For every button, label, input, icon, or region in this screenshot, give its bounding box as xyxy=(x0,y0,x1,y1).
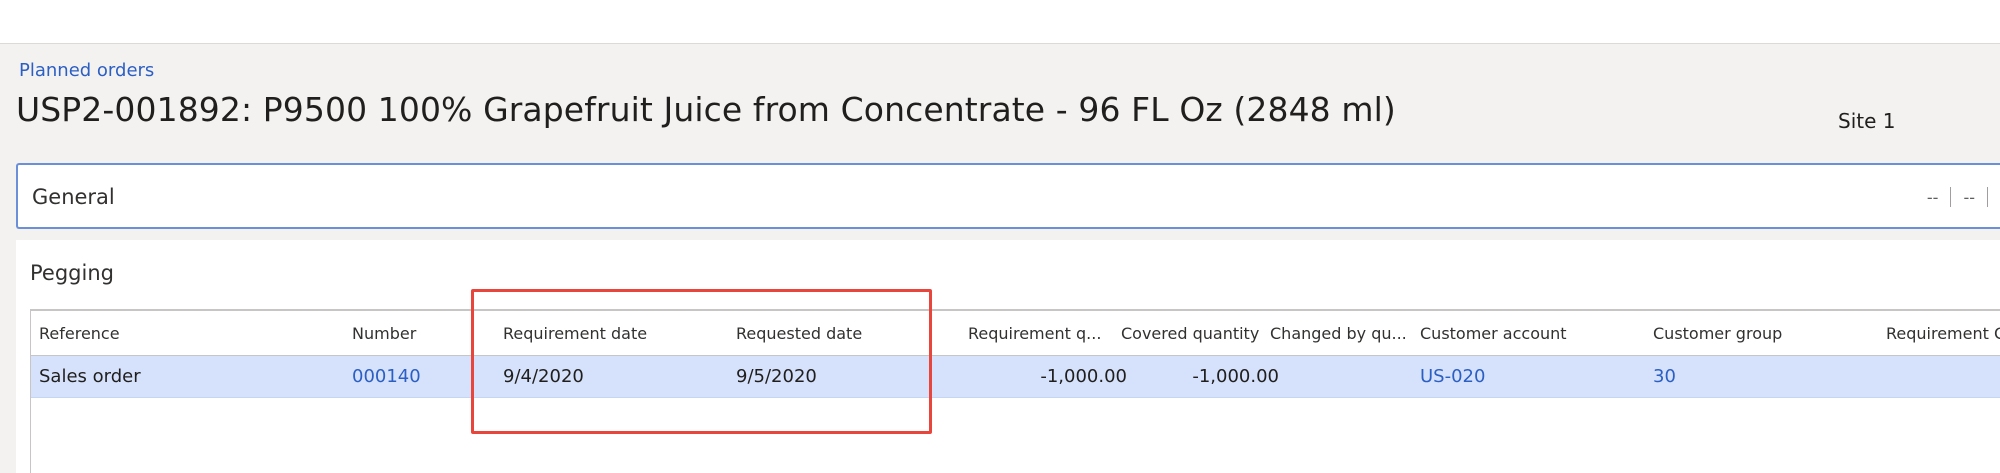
column-header-customer-group[interactable]: Customer group xyxy=(1653,311,1853,355)
summary-divider xyxy=(1950,187,1952,207)
cell-requirement-c xyxy=(1886,356,2000,397)
summary-divider xyxy=(1987,187,1988,207)
page-title: USP2-001892: P9500 100% Grapefruit Juice… xyxy=(16,90,1396,129)
pegging-fasttab: Pegging Reference Number Requirement dat… xyxy=(16,240,2000,473)
cell-customer-group-link[interactable]: 30 xyxy=(1653,356,1853,397)
planned-order-details-page: Planned orders USP2-001892: P9500 100% G… xyxy=(0,0,2000,473)
top-bar xyxy=(0,0,2000,44)
cell-customer-account-link[interactable]: US-020 xyxy=(1420,356,1620,397)
site-label: Site 1 xyxy=(1838,109,1896,133)
column-header-customer-account[interactable]: Customer account xyxy=(1420,311,1620,355)
column-header-requirement-c[interactable]: Requirement C xyxy=(1886,311,2000,355)
cell-reference: Sales order xyxy=(39,366,141,387)
general-fasttab[interactable]: General -- -- xyxy=(16,163,2000,229)
table-row[interactable]: Sales order 000140 9/4/2020 9/5/2020 -1,… xyxy=(31,356,2000,398)
grid-header-row: Reference Number Requirement date Reques… xyxy=(31,311,2000,356)
column-header-reference[interactable]: Reference xyxy=(39,311,339,355)
column-header-requested-date[interactable]: Requested date xyxy=(736,311,936,355)
cell-requirement-quantity: -1,000.00 xyxy=(1040,366,1127,387)
column-header-requirement-quantity[interactable]: Requirement q... xyxy=(968,311,1128,355)
breadcrumb-planned-orders[interactable]: Planned orders xyxy=(19,60,154,81)
cell-covered-quantity: -1,000.00 xyxy=(1192,366,1279,387)
pegging-grid: Reference Number Requirement date Reques… xyxy=(30,309,2000,473)
pegging-fasttab-title[interactable]: Pegging xyxy=(30,261,114,285)
general-fasttab-title: General xyxy=(32,185,115,209)
column-header-covered-quantity[interactable]: Covered quantity xyxy=(1121,311,1271,355)
general-summary-fields: -- -- xyxy=(1927,185,2000,209)
column-header-number[interactable]: Number xyxy=(352,311,492,355)
cell-requirement-date: 9/4/2020 xyxy=(503,366,584,387)
summary-field-2: -- xyxy=(1963,187,1975,207)
column-header-requirement-date[interactable]: Requirement date xyxy=(503,311,723,355)
cell-number-link[interactable]: 000140 xyxy=(352,356,492,397)
summary-field-1: -- xyxy=(1926,187,1939,207)
cell-requested-date: 9/5/2020 xyxy=(736,366,817,387)
column-header-changed-by-quantity[interactable]: Changed by qu... xyxy=(1270,311,1420,355)
cell-changed-by-quantity xyxy=(1270,356,1420,397)
